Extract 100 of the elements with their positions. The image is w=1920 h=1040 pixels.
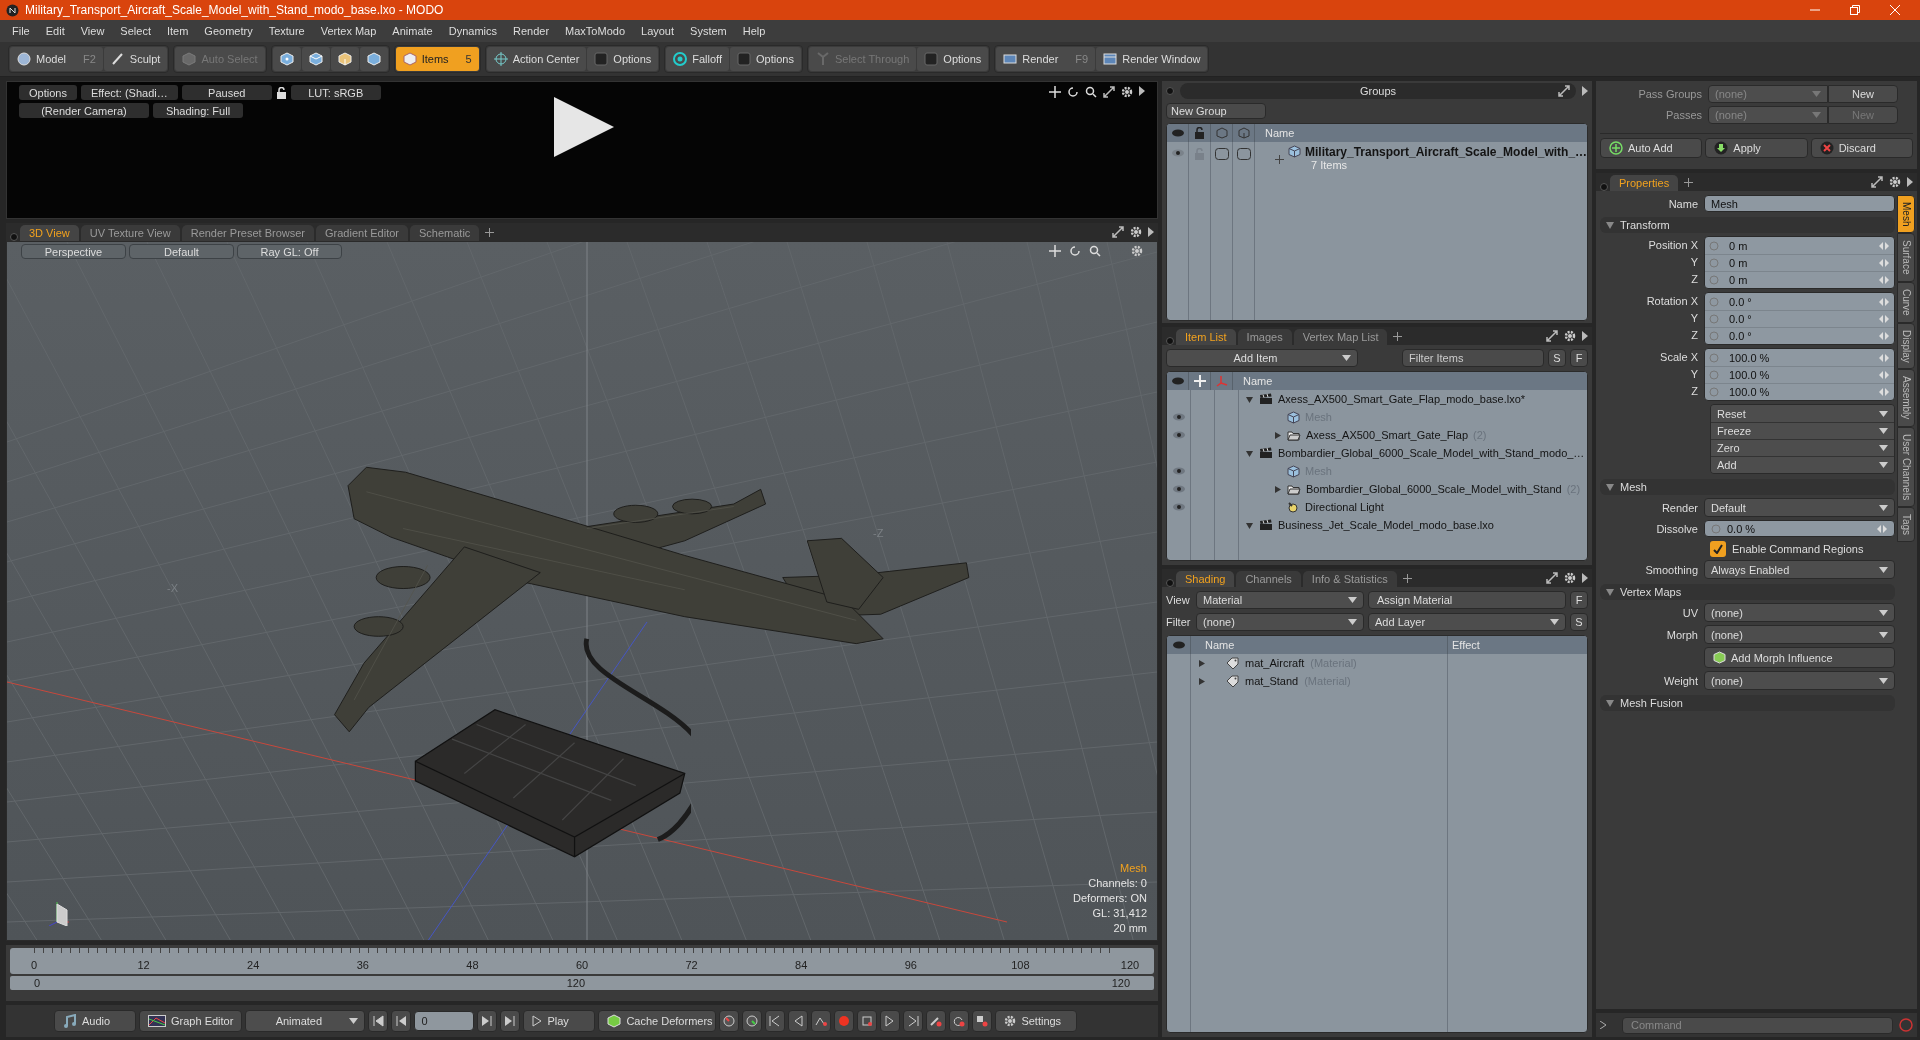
side-tab[interactable]: Display bbox=[1897, 322, 1915, 370]
s-button[interactable]: S bbox=[1570, 613, 1588, 631]
menu-dropdown[interactable]: Zero bbox=[1711, 439, 1894, 456]
side-tab[interactable]: User Channels bbox=[1897, 426, 1915, 507]
panel-tab[interactable]: Gradient Editor bbox=[316, 225, 408, 241]
panel-tab[interactable]: Images bbox=[1237, 329, 1292, 345]
tree-item-label[interactable]: Bombardier_Global_6000_Scale_Model_with_Stand bbox=[1306, 483, 1562, 495]
material-name[interactable]: mat_Stand bbox=[1245, 675, 1299, 687]
preview-button[interactable]: Shading: Full bbox=[153, 103, 243, 118]
menu-item[interactable]: Item bbox=[158, 25, 197, 37]
menu-item[interactable]: Geometry bbox=[196, 25, 261, 37]
panel-tab[interactable]: Vertex Map List bbox=[1293, 329, 1388, 345]
add-layer-dropdown[interactable]: Add Layer bbox=[1368, 613, 1566, 631]
tree-item-label[interactable]: Bombardier_Global_6000_Scale_Model_with_Stand_modo_… bbox=[1278, 447, 1585, 459]
field-value[interactable]: 0 m bbox=[1729, 257, 1868, 269]
filter-field[interactable]: Filter Items bbox=[1402, 349, 1544, 367]
toolbar-button[interactable]: Items 5 bbox=[395, 47, 479, 71]
section-header[interactable]: Vertex Maps bbox=[1600, 584, 1895, 600]
frame-field[interactable]: 0 bbox=[414, 1011, 475, 1031]
preview-button[interactable]: Options bbox=[19, 85, 77, 100]
toolbar-button[interactable]: Action Center bbox=[486, 47, 587, 71]
next-key-button[interactable] bbox=[903, 1010, 924, 1032]
action-button[interactable]: Add Morph Influence bbox=[1704, 647, 1895, 668]
view-dropdown[interactable]: Material bbox=[1196, 591, 1364, 609]
tree-item-label[interactable]: Business_Jet_Scale_Model_modo_base.lxo bbox=[1278, 519, 1494, 531]
play-button[interactable]: Play bbox=[523, 1010, 596, 1032]
toolbar-button[interactable]: Model F2 bbox=[10, 47, 103, 71]
audio-button[interactable]: Audio bbox=[54, 1010, 136, 1032]
panel-tab[interactable]: Schematic bbox=[410, 225, 480, 241]
record-button[interactable] bbox=[834, 1010, 855, 1032]
menu-item[interactable]: Help bbox=[734, 25, 774, 37]
toolbar-button[interactable]: Options bbox=[587, 47, 659, 71]
preview-button[interactable]: LUT: sRGB bbox=[290, 85, 381, 100]
add-item-dropdown[interactable]: Add Item bbox=[1166, 349, 1358, 367]
field-value[interactable]: 0.0 ° bbox=[1729, 330, 1868, 342]
field-value[interactable]: 100.0 % bbox=[1729, 386, 1868, 398]
menu-item[interactable]: Edit bbox=[37, 25, 73, 37]
selection-mode-button[interactable] bbox=[330, 47, 359, 71]
menu-item[interactable]: System bbox=[682, 25, 735, 37]
first-frame-button[interactable] bbox=[368, 1010, 389, 1032]
dropdown[interactable]: Always Enabled bbox=[1704, 560, 1895, 579]
panel-tab[interactable]: Shading bbox=[1176, 571, 1235, 587]
dropdown[interactable]: (none) bbox=[1704, 671, 1895, 690]
delete-key-button[interactable] bbox=[926, 1010, 947, 1032]
menu-item[interactable]: Animate bbox=[384, 25, 441, 37]
assign-material-button[interactable]: Assign Material bbox=[1368, 591, 1566, 609]
dropdown[interactable]: (none) bbox=[1704, 625, 1895, 644]
section-header[interactable]: Mesh bbox=[1600, 479, 1895, 495]
redo-key-button[interactable] bbox=[949, 1010, 970, 1032]
side-tab[interactable]: Assembly bbox=[1897, 369, 1915, 427]
f-button[interactable]: F bbox=[1570, 591, 1588, 609]
menu-item[interactable]: Dynamics bbox=[440, 25, 505, 37]
new-button[interactable]: New bbox=[1828, 85, 1898, 103]
previous-key-button[interactable] bbox=[765, 1010, 786, 1032]
filter-dropdown[interactable]: (none) bbox=[1196, 613, 1364, 631]
panel-tab[interactable]: Render Preset Browser bbox=[181, 225, 314, 241]
preview-button[interactable]: (Render Camera) bbox=[19, 103, 149, 118]
selection-mode-button[interactable] bbox=[359, 47, 388, 71]
menu-dropdown[interactable]: Add bbox=[1711, 456, 1894, 473]
key-button[interactable] bbox=[742, 1010, 763, 1032]
menu-item[interactable]: Vertex Map bbox=[312, 25, 385, 37]
menu-item[interactable]: View bbox=[72, 25, 113, 37]
preview-button[interactable]: Paused bbox=[181, 85, 272, 100]
pass-action-button[interactable]: Auto Add bbox=[1600, 138, 1703, 158]
animation-mode-dropdown[interactable]: Animated bbox=[245, 1010, 366, 1032]
preview-button[interactable]: Effect: (Shadi… bbox=[80, 85, 178, 100]
section-header[interactable]: Mesh Fusion bbox=[1600, 695, 1895, 711]
toolbar-button[interactable]: Falloff bbox=[666, 47, 730, 71]
pass-action-button[interactable]: Apply bbox=[1705, 138, 1808, 158]
previous-frame-button[interactable] bbox=[391, 1010, 412, 1032]
view-option-button[interactable]: Perspective bbox=[21, 244, 126, 259]
filter-toggle-button[interactable]: S bbox=[1548, 349, 1566, 367]
last-frame-button[interactable] bbox=[500, 1010, 521, 1032]
panel-tab[interactable]: Channels bbox=[1236, 571, 1301, 587]
side-tab[interactable]: Curve bbox=[1897, 281, 1915, 323]
clear-key-button[interactable] bbox=[972, 1010, 993, 1032]
view-option-button[interactable]: Ray GL: Off bbox=[237, 244, 342, 259]
menu-item[interactable]: File bbox=[4, 25, 38, 37]
field-value[interactable]: 0.0 ° bbox=[1729, 295, 1868, 308]
name-field[interactable]: Mesh bbox=[1704, 195, 1895, 212]
previous-key-button[interactable] bbox=[788, 1010, 809, 1032]
toolbar-button[interactable]: Render F9 bbox=[996, 47, 1096, 71]
new-group-button[interactable]: New Group bbox=[1166, 103, 1266, 119]
toolbar-button[interactable]: Render Window bbox=[1096, 47, 1208, 71]
command-field[interactable]: Command bbox=[1622, 1016, 1893, 1034]
key-filter-button[interactable] bbox=[857, 1010, 878, 1032]
panel-tab[interactable]: Info & Statistics bbox=[1302, 571, 1397, 587]
settings-button[interactable]: Settings bbox=[995, 1010, 1078, 1032]
key-button[interactable] bbox=[719, 1010, 740, 1032]
field-value[interactable]: 100.0 % bbox=[1729, 351, 1868, 364]
side-tab[interactable]: Mesh bbox=[1897, 195, 1915, 234]
tree-item-label[interactable]: Axess_AX500_Smart_Gate_Flap_modo_base.lxo* bbox=[1278, 393, 1526, 405]
selection-mode-button[interactable] bbox=[301, 47, 330, 71]
selection-mode-button[interactable] bbox=[272, 47, 301, 71]
cache-deformers-button[interactable]: Cache Deformers bbox=[598, 1010, 717, 1032]
menu-item[interactable]: MaxToModo bbox=[557, 25, 633, 37]
checkbox[interactable] bbox=[1710, 540, 1726, 557]
menu-dropdown[interactable]: Reset bbox=[1711, 405, 1894, 422]
next-key-button[interactable] bbox=[880, 1010, 901, 1032]
toolbar-button[interactable]: Options bbox=[730, 47, 801, 71]
